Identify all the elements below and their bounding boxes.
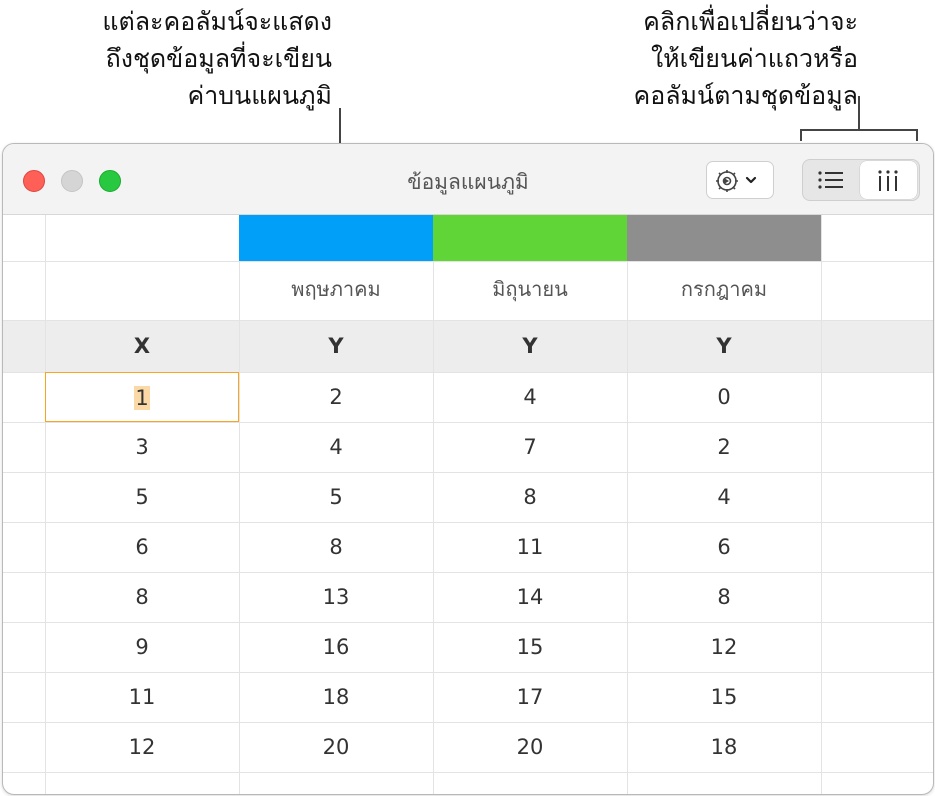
- table-cell[interactable]: 4: [433, 372, 627, 422]
- table-cell[interactable]: 15: [433, 622, 627, 672]
- table-cell[interactable]: 4: [627, 472, 821, 522]
- columns-icon: [878, 170, 898, 191]
- series-name-header[interactable]: มิถุนายน: [433, 261, 627, 320]
- axis-label-y: Y: [328, 334, 344, 358]
- table-cell[interactable]: 18: [239, 672, 433, 722]
- chart-data-window: ข้อมูลแผนภูมิ พฤษภาคม มิถุนายน กรกฎาคม X…: [2, 143, 934, 795]
- table-cell[interactable]: 12: [627, 622, 821, 672]
- plot-mode-toggle: [802, 159, 920, 201]
- table-cell[interactable]: 15: [627, 672, 821, 722]
- table-cell[interactable]: 20: [239, 722, 433, 772]
- table-cell-selected[interactable]: 1: [45, 372, 239, 422]
- table-cell[interactable]: 8: [627, 572, 821, 622]
- title-bar: ข้อมูลแผนภูมิ: [3, 144, 933, 215]
- table-cell[interactable]: 11: [433, 522, 627, 572]
- table-cell[interactable]: 9: [45, 622, 239, 672]
- callout-right-line-1: คลิกเพื่อเปลี่ยนว่าจะ: [643, 7, 858, 36]
- callout-left-line-2: ถึงชุดข้อมูลที่จะเขียน: [105, 44, 332, 73]
- table-cell[interactable]: 11: [45, 672, 239, 722]
- table-cell[interactable]: 4: [239, 422, 433, 472]
- zoom-button[interactable]: [99, 170, 121, 192]
- table-cell[interactable]: 12: [45, 722, 239, 772]
- table-cell[interactable]: 8: [239, 522, 433, 572]
- table-cell[interactable]: 17: [433, 672, 627, 722]
- action-menu-button[interactable]: [706, 161, 774, 199]
- table-cell[interactable]: 20: [433, 722, 627, 772]
- callout-right-bracket-right: [916, 129, 918, 141]
- table-cell[interactable]: 5: [239, 472, 433, 522]
- list-rows-icon: [818, 171, 843, 189]
- series-name-header[interactable]: พฤษภาคม: [239, 261, 433, 320]
- callout-right-bracket: [800, 129, 918, 131]
- callout-left-line-3: ค่าบนแผนภูมิ: [187, 81, 332, 110]
- grid-line: [821, 215, 822, 794]
- callout-left-line-1: แต่ละคอลัมน์จะแสดง: [102, 7, 332, 36]
- plot-columns-button[interactable]: [860, 161, 917, 199]
- series-color-swatch[interactable]: [433, 215, 627, 261]
- close-button[interactable]: [23, 170, 45, 192]
- table-cell[interactable]: 18: [627, 722, 821, 772]
- table-cell[interactable]: 14: [433, 572, 627, 622]
- selected-cell-text: 1: [134, 386, 150, 410]
- series-color-swatch[interactable]: [627, 215, 821, 261]
- plot-rows-button[interactable]: [803, 160, 859, 200]
- series-name-header[interactable]: กรกฎาคม: [627, 261, 821, 320]
- callout-right-bracket-left: [800, 129, 802, 141]
- table-cell[interactable]: 2: [627, 422, 821, 472]
- callout-right-leader: [858, 96, 860, 130]
- table-cell[interactable]: 13: [239, 572, 433, 622]
- window-title: ข้อมูลแผนภูมิ: [407, 170, 529, 194]
- axis-label-x: X: [133, 334, 151, 358]
- table-cell[interactable]: 3: [45, 422, 239, 472]
- grid-line: [3, 772, 933, 773]
- table-cell[interactable]: 6: [627, 522, 821, 572]
- axis-label-y: Y: [522, 334, 538, 358]
- minimize-button[interactable]: [61, 170, 83, 192]
- table-cell[interactable]: 16: [239, 622, 433, 672]
- table-cell[interactable]: 2: [239, 372, 433, 422]
- table-cell[interactable]: 0: [627, 372, 821, 422]
- table-cell[interactable]: 7: [433, 422, 627, 472]
- table-cell[interactable]: 8: [45, 572, 239, 622]
- callout-right-line-2: ให้เขียนค่าแถวหรือ: [650, 44, 858, 73]
- table-cell[interactable]: 8: [433, 472, 627, 522]
- series-color-swatch[interactable]: [239, 215, 433, 261]
- data-grid: พฤษภาคม มิถุนายน กรกฎาคม X Y Y Y 1 2 4 0…: [3, 215, 933, 794]
- table-cell[interactable]: 6: [45, 522, 239, 572]
- callout-plot-toggle: คลิกเพื่อเปลี่ยนว่าจะ ให้เขียนค่าแถวหรือ…: [560, 3, 859, 114]
- callout-series-columns: แต่ละคอลัมน์จะแสดง ถึงชุดข้อมูลที่จะเขีย…: [100, 3, 332, 114]
- callout-right-line-3: คอลัมน์ตามชุดข้อมูล: [633, 81, 859, 110]
- table-cell[interactable]: 5: [45, 472, 239, 522]
- axis-label-y: Y: [716, 334, 732, 358]
- gear-icon: [716, 170, 757, 192]
